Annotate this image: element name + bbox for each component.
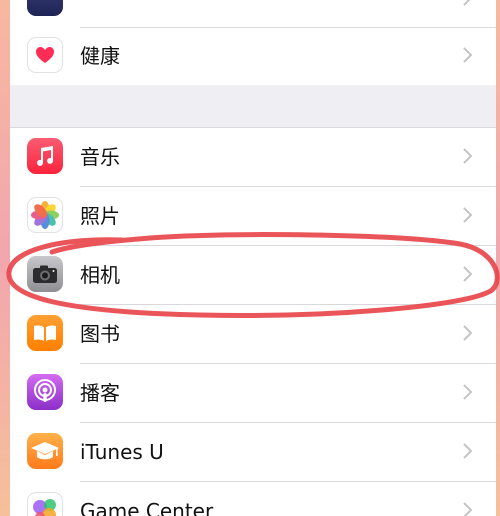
settings-row-books[interactable]: 图书 (10, 305, 496, 363)
dark-app-icon (27, 0, 63, 16)
background-edge-right (496, 0, 500, 516)
settings-row-camera[interactable]: 相机 (10, 246, 496, 304)
chevron-right-icon (463, 443, 472, 459)
heart-icon (27, 37, 63, 73)
chevron-right-icon (463, 325, 472, 341)
chevron-right-icon (463, 47, 472, 63)
chevron-right-icon (463, 0, 471, 6)
background-edge-left (0, 0, 10, 516)
photos-flower-icon (27, 197, 63, 233)
settings-row-label: 照片 (80, 204, 120, 228)
settings-row-photos[interactable]: 照片 (10, 187, 496, 245)
settings-row-top-partial[interactable] (10, 0, 496, 28)
chevron-right-icon (463, 502, 472, 516)
settings-row-itunes-u[interactable]: iTunes U (10, 423, 496, 481)
podcast-icon (27, 374, 63, 410)
chevron-right-icon (463, 148, 472, 164)
camera-icon (27, 256, 63, 292)
group-spacer (10, 85, 496, 127)
settings-row-label: Game Center (80, 499, 214, 516)
settings-row-label: 健康 (80, 44, 120, 68)
settings-screen: 健康 音乐 照片 相机 图书 播客 iTunes U Game Center (10, 0, 496, 516)
chevron-right-icon (463, 384, 472, 400)
chevron-right-icon (463, 266, 472, 282)
settings-row-label: 播客 (80, 381, 120, 405)
chevron-right-icon (463, 207, 472, 223)
settings-row-label: 相机 (80, 263, 120, 287)
settings-row-podcasts[interactable]: 播客 (10, 364, 496, 422)
settings-row-label: iTunes U (80, 440, 164, 464)
settings-row-music[interactable]: 音乐 (10, 128, 496, 186)
graduation-cap-icon (27, 433, 63, 469)
settings-row-label: 图书 (80, 322, 120, 346)
book-icon (27, 315, 63, 351)
settings-row-label: 音乐 (80, 145, 120, 169)
game-center-bubbles-icon (27, 492, 63, 516)
settings-row-game-center[interactable]: Game Center (10, 482, 496, 516)
music-note-icon (27, 138, 63, 174)
settings-row-health[interactable]: 健康 (10, 27, 496, 85)
